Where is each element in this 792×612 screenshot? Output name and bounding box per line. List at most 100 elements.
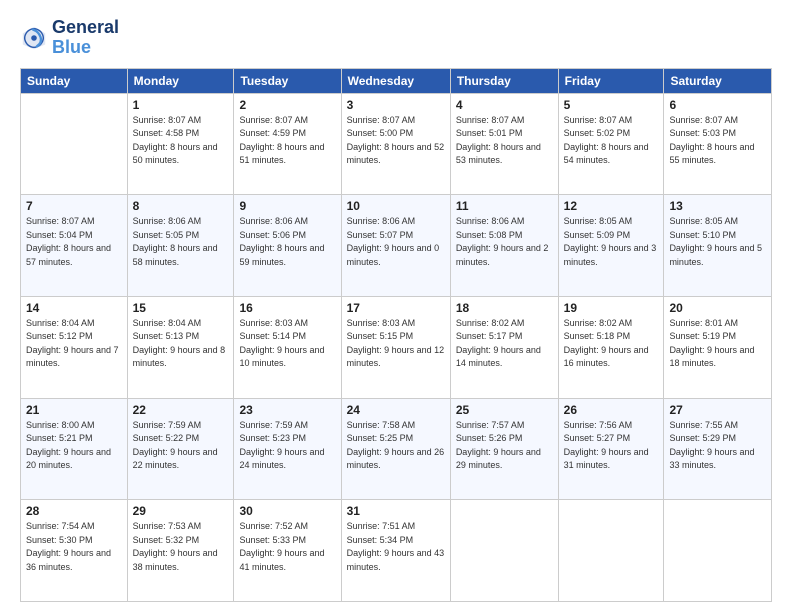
calendar-cell: 16 Sunrise: 8:03 AMSunset: 5:14 PMDayligh… bbox=[234, 296, 341, 398]
calendar-cell bbox=[558, 500, 664, 602]
day-number: 8 bbox=[133, 199, 229, 213]
calendar-cell: 23 Sunrise: 7:59 AMSunset: 5:23 PMDayligh… bbox=[234, 398, 341, 500]
calendar-cell: 27 Sunrise: 7:55 AMSunset: 5:29 PMDayligh… bbox=[664, 398, 772, 500]
day-number: 20 bbox=[669, 301, 766, 315]
weekday-friday: Friday bbox=[558, 68, 664, 93]
day-info: Sunrise: 8:07 AMSunset: 5:02 PMDaylight:… bbox=[564, 114, 659, 168]
day-info: Sunrise: 8:05 AMSunset: 5:10 PMDaylight:… bbox=[669, 215, 766, 269]
day-info: Sunrise: 7:51 AMSunset: 5:34 PMDaylight:… bbox=[347, 520, 445, 574]
day-info: Sunrise: 8:06 AMSunset: 5:05 PMDaylight:… bbox=[133, 215, 229, 269]
day-info: Sunrise: 7:52 AMSunset: 5:33 PMDaylight:… bbox=[239, 520, 335, 574]
day-info: Sunrise: 7:59 AMSunset: 5:22 PMDaylight:… bbox=[133, 419, 229, 473]
day-number: 17 bbox=[347, 301, 445, 315]
calendar-cell: 6Sunrise: 8:07 AMSunset: 5:03 PMDaylight… bbox=[664, 93, 772, 195]
day-info: Sunrise: 8:03 AMSunset: 5:14 PMDaylight:… bbox=[239, 317, 335, 371]
day-info: Sunrise: 8:01 AMSunset: 5:19 PMDaylight:… bbox=[669, 317, 766, 371]
day-number: 29 bbox=[133, 504, 229, 518]
day-number: 30 bbox=[239, 504, 335, 518]
calendar-cell: 7 Sunrise: 8:07 AMSunset: 5:04 PMDaylight… bbox=[21, 195, 128, 297]
calendar-cell: 8 Sunrise: 8:06 AMSunset: 5:05 PMDaylight… bbox=[127, 195, 234, 297]
calendar-cell: 26 Sunrise: 7:56 AMSunset: 5:27 PMDayligh… bbox=[558, 398, 664, 500]
day-number: 26 bbox=[564, 403, 659, 417]
calendar-cell: 11 Sunrise: 8:06 AMSunset: 5:08 PMDayligh… bbox=[450, 195, 558, 297]
calendar-cell: 19 Sunrise: 8:02 AMSunset: 5:18 PMDayligh… bbox=[558, 296, 664, 398]
day-info: Sunrise: 7:55 AMSunset: 5:29 PMDaylight:… bbox=[669, 419, 766, 473]
day-info: Sunrise: 7:58 AMSunset: 5:25 PMDaylight:… bbox=[347, 419, 445, 473]
calendar-cell: 28Sunrise: 7:54 AMSunset: 5:30 PMDayligh… bbox=[21, 500, 128, 602]
calendar-cell: 4 Sunrise: 8:07 AMSunset: 5:01 PMDaylight… bbox=[450, 93, 558, 195]
week-row-1: 1 Sunrise: 8:07 AMSunset: 4:58 PMDaylight… bbox=[21, 93, 772, 195]
week-row-3: 14Sunrise: 8:04 AMSunset: 5:12 PMDayligh… bbox=[21, 296, 772, 398]
logo-text: GeneralBlue bbox=[52, 18, 119, 58]
calendar-cell: 15 Sunrise: 8:04 AMSunset: 5:13 PMDayligh… bbox=[127, 296, 234, 398]
day-number: 16 bbox=[239, 301, 335, 315]
weekday-sunday: Sunday bbox=[21, 68, 128, 93]
day-number: 18 bbox=[456, 301, 553, 315]
day-info: Sunrise: 8:05 AMSunset: 5:09 PMDaylight:… bbox=[564, 215, 659, 269]
day-number: 13 bbox=[669, 199, 766, 213]
calendar-cell: 29 Sunrise: 7:53 AMSunset: 5:32 PMDayligh… bbox=[127, 500, 234, 602]
calendar-cell: 10Sunrise: 8:06 AMSunset: 5:07 PMDayligh… bbox=[341, 195, 450, 297]
weekday-wednesday: Wednesday bbox=[341, 68, 450, 93]
day-info: Sunrise: 8:07 AMSunset: 5:04 PMDaylight:… bbox=[26, 215, 122, 269]
day-number: 27 bbox=[669, 403, 766, 417]
calendar-cell: 5 Sunrise: 8:07 AMSunset: 5:02 PMDaylight… bbox=[558, 93, 664, 195]
calendar-cell: 17 Sunrise: 8:03 AMSunset: 5:15 PMDayligh… bbox=[341, 296, 450, 398]
calendar-cell: 22Sunrise: 7:59 AMSunset: 5:22 PMDayligh… bbox=[127, 398, 234, 500]
day-info: Sunrise: 8:04 AMSunset: 5:13 PMDaylight:… bbox=[133, 317, 229, 371]
day-number: 4 bbox=[456, 98, 553, 112]
day-number: 19 bbox=[564, 301, 659, 315]
day-number: 21 bbox=[26, 403, 122, 417]
day-info: Sunrise: 8:03 AMSunset: 5:15 PMDaylight:… bbox=[347, 317, 445, 371]
calendar-table: SundayMondayTuesdayWednesdayThursdayFrid… bbox=[20, 68, 772, 602]
weekday-monday: Monday bbox=[127, 68, 234, 93]
calendar-cell: 14Sunrise: 8:04 AMSunset: 5:12 PMDayligh… bbox=[21, 296, 128, 398]
logo-icon bbox=[20, 24, 48, 52]
day-info: Sunrise: 8:06 AMSunset: 5:08 PMDaylight:… bbox=[456, 215, 553, 269]
day-info: Sunrise: 8:07 AMSunset: 4:58 PMDaylight:… bbox=[133, 114, 229, 168]
calendar-cell: 12 Sunrise: 8:05 AMSunset: 5:09 PMDayligh… bbox=[558, 195, 664, 297]
calendar-cell: 2 Sunrise: 8:07 AMSunset: 4:59 PMDaylight… bbox=[234, 93, 341, 195]
calendar-cell: 24 Sunrise: 7:58 AMSunset: 5:25 PMDayligh… bbox=[341, 398, 450, 500]
calendar-cell: 20 Sunrise: 8:01 AMSunset: 5:19 PMDayligh… bbox=[664, 296, 772, 398]
day-info: Sunrise: 8:07 AMSunset: 5:01 PMDaylight:… bbox=[456, 114, 553, 168]
calendar-cell: 3Sunrise: 8:07 AMSunset: 5:00 PMDaylight… bbox=[341, 93, 450, 195]
calendar-cell: 18 Sunrise: 8:02 AMSunset: 5:17 PMDayligh… bbox=[450, 296, 558, 398]
page: GeneralBlue SundayMondayTuesdayWednesday… bbox=[0, 0, 792, 612]
weekday-header-row: SundayMondayTuesdayWednesdayThursdayFrid… bbox=[21, 68, 772, 93]
calendar-cell: 1 Sunrise: 8:07 AMSunset: 4:58 PMDaylight… bbox=[127, 93, 234, 195]
day-number: 15 bbox=[133, 301, 229, 315]
calendar-cell: 21Sunrise: 8:00 AMSunset: 5:21 PMDayligh… bbox=[21, 398, 128, 500]
day-number: 1 bbox=[133, 98, 229, 112]
day-number: 12 bbox=[564, 199, 659, 213]
week-row-4: 21Sunrise: 8:00 AMSunset: 5:21 PMDayligh… bbox=[21, 398, 772, 500]
day-number: 23 bbox=[239, 403, 335, 417]
day-number: 7 bbox=[26, 199, 122, 213]
week-row-5: 28Sunrise: 7:54 AMSunset: 5:30 PMDayligh… bbox=[21, 500, 772, 602]
day-info: Sunrise: 7:53 AMSunset: 5:32 PMDaylight:… bbox=[133, 520, 229, 574]
day-number: 31 bbox=[347, 504, 445, 518]
day-info: Sunrise: 8:02 AMSunset: 5:18 PMDaylight:… bbox=[564, 317, 659, 371]
day-number: 24 bbox=[347, 403, 445, 417]
calendar-cell: 25 Sunrise: 7:57 AMSunset: 5:26 PMDayligh… bbox=[450, 398, 558, 500]
day-number: 9 bbox=[239, 199, 335, 213]
day-info: Sunrise: 7:56 AMSunset: 5:27 PMDaylight:… bbox=[564, 419, 659, 473]
day-info: Sunrise: 8:06 AMSunset: 5:06 PMDaylight:… bbox=[239, 215, 335, 269]
day-number: 11 bbox=[456, 199, 553, 213]
day-info: Sunrise: 8:07 AMSunset: 4:59 PMDaylight:… bbox=[239, 114, 335, 168]
day-number: 10 bbox=[347, 199, 445, 213]
calendar-cell bbox=[664, 500, 772, 602]
day-number: 14 bbox=[26, 301, 122, 315]
header: GeneralBlue bbox=[20, 18, 772, 58]
weekday-saturday: Saturday bbox=[664, 68, 772, 93]
calendar-cell: 30 Sunrise: 7:52 AMSunset: 5:33 PMDayligh… bbox=[234, 500, 341, 602]
day-info: Sunrise: 7:57 AMSunset: 5:26 PMDaylight:… bbox=[456, 419, 553, 473]
day-number: 5 bbox=[564, 98, 659, 112]
calendar-cell: 9 Sunrise: 8:06 AMSunset: 5:06 PMDaylight… bbox=[234, 195, 341, 297]
day-number: 25 bbox=[456, 403, 553, 417]
day-info: Sunrise: 7:59 AMSunset: 5:23 PMDaylight:… bbox=[239, 419, 335, 473]
day-info: Sunrise: 8:02 AMSunset: 5:17 PMDaylight:… bbox=[456, 317, 553, 371]
day-info: Sunrise: 7:54 AMSunset: 5:30 PMDaylight:… bbox=[26, 520, 122, 574]
day-number: 2 bbox=[239, 98, 335, 112]
day-info: Sunrise: 8:07 AMSunset: 5:00 PMDaylight:… bbox=[347, 114, 445, 168]
